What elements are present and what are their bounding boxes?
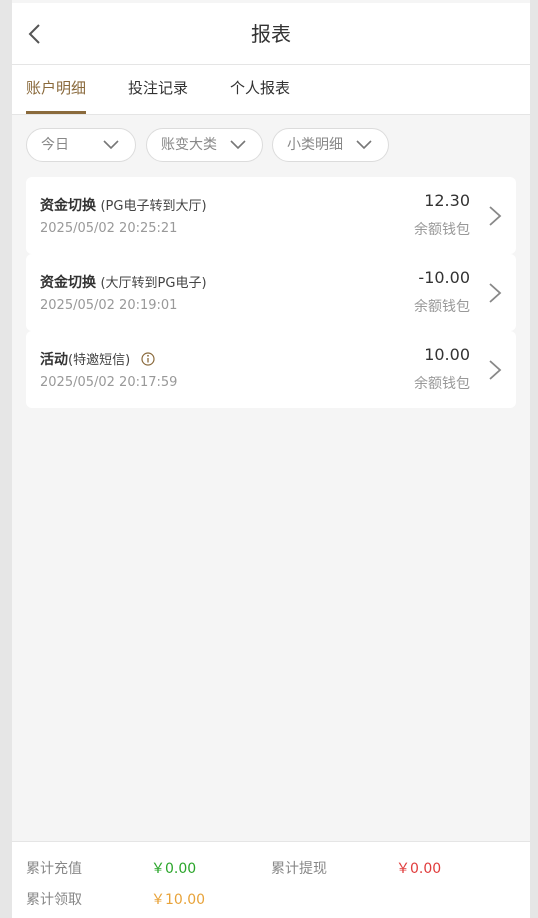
- record-amount: 10.00: [424, 345, 470, 364]
- filter-category[interactable]: 账变大类: [146, 128, 263, 162]
- info-icon[interactable]: [141, 352, 155, 366]
- record-datetime: 2025/05/02 20:25:21: [40, 221, 178, 236]
- chevron-right-icon: [489, 283, 502, 303]
- total-withdraw-value: ￥0.00: [396, 861, 442, 877]
- record-detail: (特邀短信): [68, 353, 131, 368]
- tab-personal-report[interactable]: 个人报表: [230, 65, 290, 114]
- chevron-right-icon: [489, 206, 502, 226]
- record-wallet: 余额钱包: [414, 222, 470, 238]
- tab-bar: 账户明细 投注记录 个人报表: [12, 65, 530, 115]
- record-amount: -10.00: [418, 268, 470, 287]
- record-title: 资金切换 (大厅转到PG电子): [40, 275, 207, 291]
- record-card[interactable]: 活动(特邀短信) 2025/05/02 20:17:59 10.00 余额钱包: [26, 331, 516, 408]
- total-recharge-value: ￥0.00: [151, 861, 197, 877]
- active-tab-indicator: [26, 111, 87, 114]
- record-detail: (大厅转到PG电子): [100, 276, 207, 291]
- record-title: 活动(特邀短信): [40, 349, 155, 369]
- total-claim-label: 累计领取: [26, 892, 82, 908]
- record-datetime: 2025/05/02 20:19:01: [40, 298, 178, 313]
- record-wallet: 余额钱包: [414, 299, 470, 315]
- record-datetime: 2025/05/02 20:17:59: [40, 375, 178, 390]
- tab-label: 账户明细: [26, 79, 87, 97]
- page-title: 报表: [251, 22, 291, 46]
- filter-label: 小类明细: [287, 137, 343, 153]
- filter-date[interactable]: 今日: [26, 128, 136, 162]
- summary-footer: 累计充值 ￥0.00 累计提现 ￥0.00 累计领取 ￥10.00: [12, 841, 530, 918]
- filter-subcategory[interactable]: 小类明细: [272, 128, 389, 162]
- filter-label: 今日: [41, 137, 69, 153]
- total-claim-value: ￥10.00: [151, 892, 206, 908]
- record-title: 资金切换 (PG电子转到大厅): [40, 198, 207, 214]
- header-bar: 报表: [12, 3, 530, 65]
- record-card[interactable]: 资金切换 (PG电子转到大厅) 2025/05/02 20:25:21 12.3…: [26, 177, 516, 254]
- chevron-down-icon: [230, 140, 246, 150]
- tab-label: 个人报表: [230, 79, 291, 97]
- chevron-right-icon: [489, 360, 502, 380]
- chevron-down-icon: [103, 140, 119, 150]
- tab-bet-records[interactable]: 投注记录: [128, 65, 188, 114]
- record-amount: 12.30: [424, 191, 470, 210]
- tab-account-details[interactable]: 账户明细: [26, 65, 87, 114]
- total-recharge-label: 累计充值: [26, 861, 82, 877]
- record-detail: (PG电子转到大厅): [100, 199, 207, 214]
- app-screen: 报表 账户明细 投注记录 个人报表 今日 账变大类 小类明细 资金切换 (PG电…: [12, 0, 530, 918]
- total-withdraw-label: 累计提现: [271, 861, 327, 877]
- chevron-down-icon: [356, 140, 372, 150]
- record-card[interactable]: 资金切换 (大厅转到PG电子) 2025/05/02 20:19:01 -10.…: [26, 254, 516, 331]
- tab-label: 投注记录: [128, 79, 189, 97]
- record-wallet: 余额钱包: [414, 376, 470, 392]
- filter-label: 账变大类: [161, 137, 217, 153]
